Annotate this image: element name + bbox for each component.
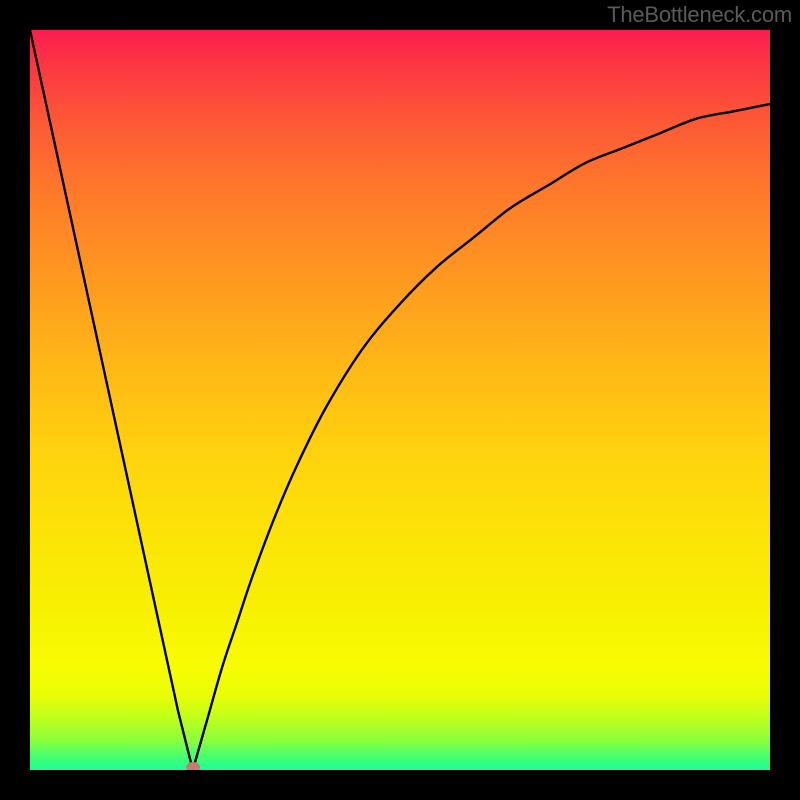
optimal-point-marker [186, 762, 200, 770]
bottleneck-curve [30, 30, 770, 770]
curve-path [30, 30, 770, 770]
plot-area [30, 30, 770, 770]
chart-frame: TheBottleneck.com [0, 0, 800, 800]
attribution-text: TheBottleneck.com [607, 2, 792, 28]
